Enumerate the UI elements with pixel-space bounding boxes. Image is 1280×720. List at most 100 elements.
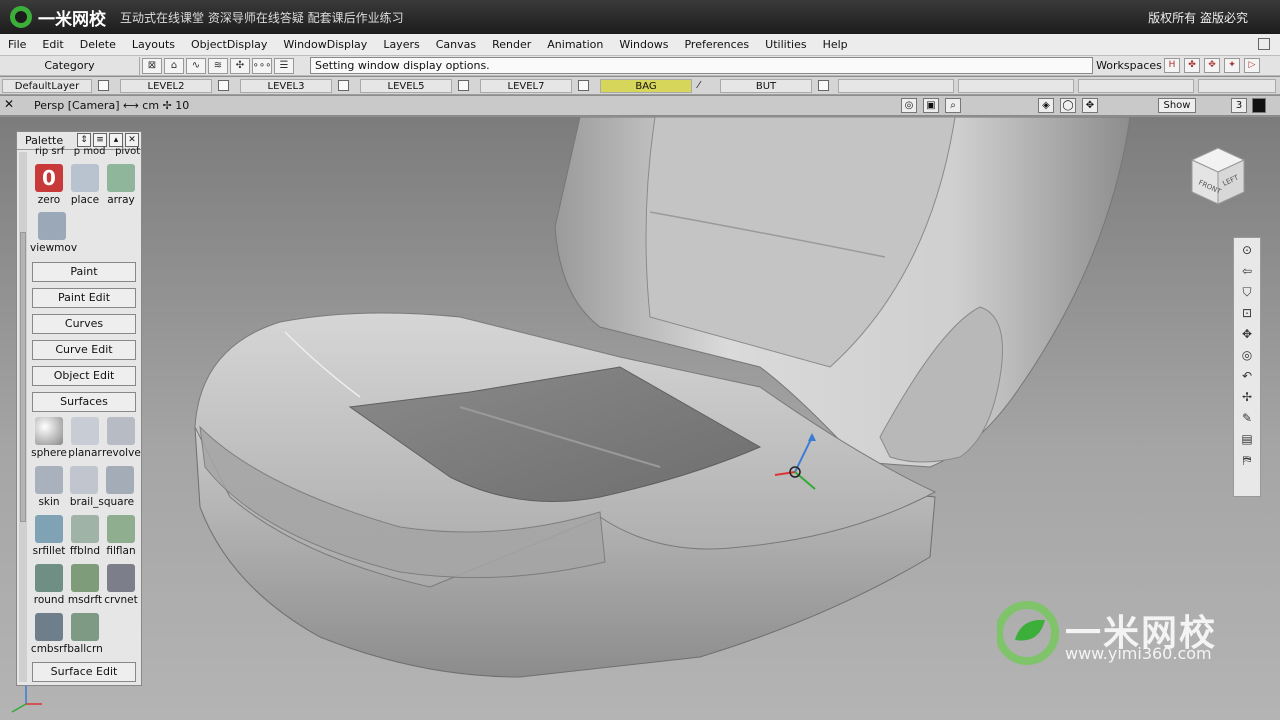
maximize-pane-icon[interactable] — [1252, 98, 1266, 113]
menu-canvas[interactable]: Canvas — [428, 38, 484, 51]
palette-expand-icon[interactable]: ⇕ — [77, 133, 91, 147]
camera-record-icon[interactable]: ▣ — [923, 98, 939, 113]
tool-msdrft[interactable]: msdrft — [66, 564, 104, 606]
layer-visibility-checkbox[interactable] — [458, 80, 469, 91]
back-arrow-icon[interactable]: ⇦ — [1237, 262, 1257, 280]
layer-empty-slot[interactable] — [1198, 79, 1276, 93]
cv-edit-icon[interactable]: ≋ — [208, 57, 228, 74]
palette-scrollbar[interactable] — [19, 152, 27, 682]
orbit-icon[interactable]: ◎ — [1237, 346, 1257, 364]
play-arrow-icon[interactable]: ▷ — [1244, 58, 1260, 73]
section-curve-edit[interactable]: Curve Edit — [32, 340, 136, 360]
layer-defaultlayer[interactable]: DefaultLayer — [2, 79, 92, 93]
layer-empty-slot[interactable] — [1078, 79, 1194, 93]
view-frame-icon[interactable]: ◯ — [1060, 98, 1076, 113]
tool-sphere[interactable]: sphere — [30, 417, 68, 459]
menu-help[interactable]: Help — [815, 38, 856, 51]
pick-icon[interactable]: ⌂ — [164, 57, 184, 74]
view-cube[interactable]: FRONT LEFT — [1188, 146, 1248, 206]
layer-visibility-checkbox[interactable] — [578, 80, 589, 91]
tool-crvnet[interactable]: crvnet — [102, 564, 140, 606]
tool-array[interactable]: array — [102, 164, 140, 206]
layer-level2[interactable]: LEVEL2 — [120, 79, 212, 93]
menu-layers[interactable]: Layers — [375, 38, 427, 51]
show-button[interactable]: Show — [1158, 98, 1196, 113]
section-curves[interactable]: Curves — [32, 314, 136, 334]
select-box-icon[interactable]: ⊠ — [142, 57, 162, 74]
pen-icon[interactable]: ✎ — [1237, 409, 1257, 427]
section-surface-edit[interactable]: Surface Edit — [32, 662, 136, 682]
camera-tool-icon[interactable]: ◎ — [901, 98, 917, 113]
snap-tool-icon[interactable]: ✤ — [1184, 58, 1200, 73]
tool-zero[interactable]: 0 zero — [30, 164, 68, 206]
workspace-h-icon[interactable]: H — [1164, 58, 1180, 73]
snap-point-icon[interactable]: ✦ — [1224, 58, 1240, 73]
menu-animation[interactable]: Animation — [539, 38, 611, 51]
layer-pen-icon[interactable]: ⁄ — [698, 80, 709, 91]
menu-delete[interactable]: Delete — [72, 38, 124, 51]
section-surfaces[interactable]: Surfaces — [32, 392, 136, 412]
tool-revolve[interactable]: revolve — [102, 417, 141, 459]
section-object-edit[interactable]: Object Edit — [32, 366, 136, 386]
layer-visibility-checkbox[interactable] — [218, 80, 229, 91]
layer-bag[interactable]: BAG — [600, 79, 692, 93]
tool-srfillet[interactable]: srfillet — [30, 515, 68, 557]
layer-visibility-checkbox[interactable] — [98, 80, 109, 91]
curve-icon[interactable]: ∿ — [186, 57, 206, 74]
snap-grid-icon[interactable]: ✥ — [1204, 58, 1220, 73]
menu-render[interactable]: Render — [484, 38, 539, 51]
tool-viewmove[interactable]: viewmov — [30, 212, 77, 254]
camera-icon[interactable]: ▤ — [1237, 430, 1257, 448]
layer-empty-slot[interactable] — [958, 79, 1074, 93]
section-paint-edit[interactable]: Paint Edit — [32, 288, 136, 308]
layer-but[interactable]: BUT — [720, 79, 812, 93]
shield-icon[interactable]: ⛉ — [1237, 283, 1257, 301]
tool-brail-square[interactable]: brail_square — [66, 466, 138, 508]
palette-scroll-thumb[interactable] — [20, 232, 26, 522]
zoom-icon[interactable]: ⌕ — [945, 98, 961, 113]
layer-level3[interactable]: LEVEL3 — [240, 79, 332, 93]
tool-cmbsrf[interactable]: cmbsrf — [30, 613, 68, 655]
palette-collapse-icon[interactable]: ▴ — [109, 133, 123, 147]
layer-empty-slot[interactable] — [838, 79, 954, 93]
tool-skin[interactable]: skin — [30, 466, 68, 508]
track-icon[interactable]: ✢ — [1237, 388, 1257, 406]
menu-file[interactable]: File — [0, 38, 34, 51]
category-dropdown[interactable]: Category — [0, 56, 140, 75]
view-mode-icon[interactable]: ◈ — [1038, 98, 1054, 113]
menu-windowdisplay[interactable]: WindowDisplay — [275, 38, 375, 51]
close-icon[interactable]: ✕ — [2, 98, 16, 112]
tool-filflan[interactable]: filflan — [102, 515, 140, 557]
tool-label: ffblnd — [69, 545, 101, 557]
pane-number[interactable]: 3 — [1231, 98, 1247, 113]
more-dots-icon[interactable]: ∘∘∘ — [252, 57, 272, 74]
tool-place[interactable]: place — [66, 164, 104, 206]
frame-all-icon[interactable]: ⊡ — [1237, 304, 1257, 322]
move-view-icon[interactable]: ✥ — [1082, 98, 1098, 113]
menu-edit[interactable]: Edit — [34, 38, 71, 51]
layer-level5[interactable]: LEVEL5 — [360, 79, 452, 93]
tool-planar[interactable]: planar — [66, 417, 104, 459]
prompt-history-icon[interactable]: ☰ — [274, 57, 294, 74]
palette-close-icon[interactable]: ✕ — [125, 133, 139, 147]
menu-preferences[interactable]: Preferences — [676, 38, 757, 51]
palette-menu-icon[interactable]: ≡ — [93, 133, 107, 147]
undo-view-icon[interactable]: ↶ — [1237, 367, 1257, 385]
section-paint[interactable]: Paint — [32, 262, 136, 282]
menu-windows[interactable]: Windows — [611, 38, 676, 51]
menu-layouts[interactable]: Layouts — [124, 38, 183, 51]
transform-icon[interactable]: ✣ — [230, 57, 250, 74]
tool-ffblnd[interactable]: ffblnd — [66, 515, 104, 557]
tool-round[interactable]: round — [30, 564, 68, 606]
window-maximize-button[interactable] — [1258, 38, 1270, 50]
tumble-icon[interactable]: ✥ — [1237, 325, 1257, 343]
layer-level7[interactable]: LEVEL7 — [480, 79, 572, 93]
workspaces-label[interactable]: Workspaces — [1096, 57, 1162, 74]
menu-utilities[interactable]: Utilities — [757, 38, 814, 51]
layer-visibility-checkbox[interactable] — [818, 80, 829, 91]
menu-objectdisplay[interactable]: ObjectDisplay — [183, 38, 275, 51]
layer-visibility-checkbox[interactable] — [338, 80, 349, 91]
bookmark-icon[interactable]: ⛿ — [1237, 451, 1257, 469]
tool-ballcrn[interactable]: ballcrn — [66, 613, 104, 655]
zoom-fit-icon[interactable]: ⊙ — [1237, 241, 1257, 259]
